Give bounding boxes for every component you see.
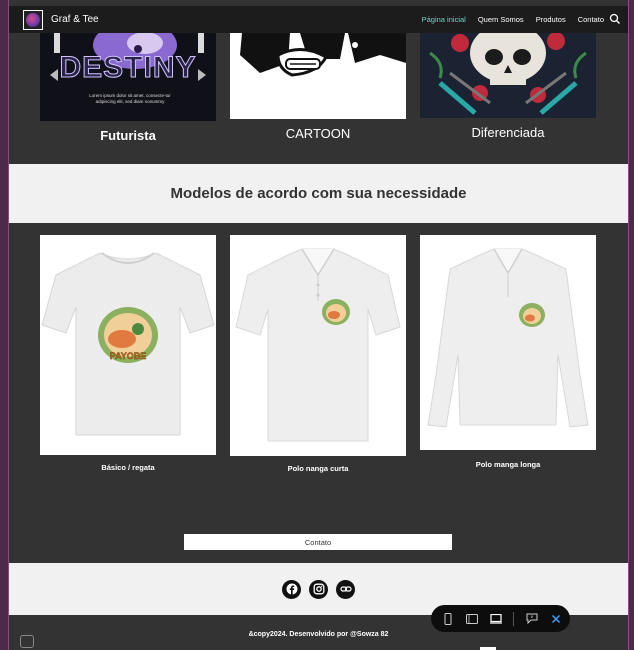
svg-text:PAYOBE: PAYOBE: [110, 351, 147, 361]
brand-logo[interactable]: [23, 10, 43, 30]
shirt-card-basic[interactable]: PAYOBE: [40, 235, 216, 455]
facebook-icon[interactable]: [282, 579, 301, 599]
basic-tshirt-image: PAYOBE: [40, 235, 216, 455]
device-preview-toolbar: [431, 605, 570, 632]
nav-link-home[interactable]: Página inicial: [422, 15, 466, 24]
card-label-futurista: Futurista: [100, 128, 156, 143]
logo-emblem-icon: [26, 13, 40, 27]
shirt-label-polo-short: Polo nanga curta: [287, 464, 349, 473]
brand-name[interactable]: Graf & Tee: [51, 14, 99, 25]
card-label-diferenciada: Diferenciada: [471, 125, 545, 140]
mobile-view-icon[interactable]: [441, 612, 454, 625]
futurista-image[interactable]: DESTINY Lorem ipsum dolor sit amet, cons…: [40, 33, 216, 121]
nav-link-contact[interactable]: Contato: [578, 15, 604, 24]
shirt-card-polo-short[interactable]: [230, 235, 406, 456]
desktop-view-icon[interactable]: [489, 612, 502, 625]
right-window-border: [628, 0, 634, 650]
cartoon-image[interactable]: [230, 33, 406, 119]
web-page: Graf & Tee Página inicial Quem Somos Pro…: [9, 0, 628, 650]
link-icon[interactable]: [336, 579, 355, 599]
card-label-cartoon: CARTOON: [285, 126, 351, 141]
style-cards: DESTINY Lorem ipsum dolor sit amet, cons…: [9, 33, 628, 164]
feedback-icon[interactable]: [525, 612, 538, 625]
diferenciada-image[interactable]: [420, 33, 596, 118]
section-title: Modelos de acordo com sua necessidade: [170, 185, 467, 202]
polo-short-sleeve-image: [230, 235, 406, 456]
close-icon[interactable]: [549, 612, 562, 625]
nav-link-about[interactable]: Quem Somos: [478, 15, 524, 24]
footer-copyright: &copy2024. Desenvolvido por @Sowza 82: [248, 631, 389, 638]
shirt-card-polo-long[interactable]: [420, 235, 596, 450]
left-window-border: [0, 0, 9, 650]
browser-frame: Graf & Tee Página inicial Quem Somos Pro…: [0, 0, 634, 650]
toolbar-divider: [513, 611, 514, 626]
top-navbar: Graf & Tee Página inicial Quem Somos Pro…: [9, 6, 628, 33]
cartoon-artwork: [230, 33, 406, 119]
destiny-caption: Lorem ipsum dolor sit amet, consecte-tur…: [89, 93, 171, 104]
shirt-label-polo-long: Polo manga longa: [475, 460, 541, 469]
diferenciada-artwork: [420, 33, 596, 118]
tablet-view-icon[interactable]: [465, 612, 478, 625]
destiny-text: DESTINY: [59, 51, 197, 85]
instagram-icon[interactable]: [309, 579, 328, 599]
nav-links: Página inicial Quem Somos Produtos Conta…: [422, 15, 604, 24]
search-icon[interactable]: [608, 12, 622, 26]
contact-button[interactable]: Contato: [184, 534, 452, 550]
shirt-label-basic: Básico / regata: [101, 463, 155, 472]
section-title-band: Modelos de acordo com sua necessidade: [9, 164, 628, 223]
camera-icon[interactable]: [20, 635, 34, 648]
polo-long-sleeve-image: [420, 235, 596, 450]
nav-link-products[interactable]: Produtos: [536, 15, 566, 24]
